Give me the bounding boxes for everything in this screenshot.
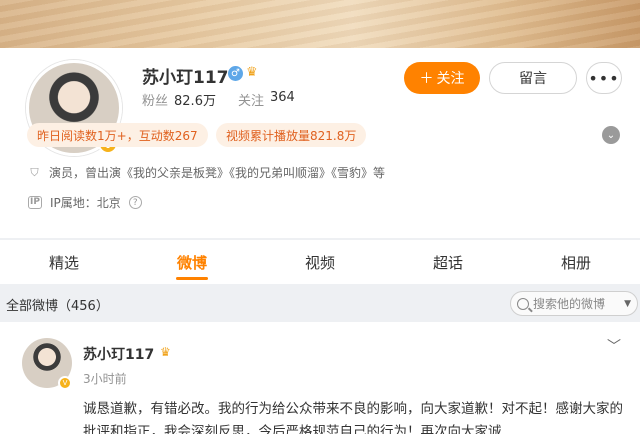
following-count[interactable]: 364 bbox=[270, 90, 295, 109]
male-icon: ♂ bbox=[228, 66, 243, 81]
all-posts-count[interactable]: 全部微博（456） bbox=[6, 295, 109, 314]
follow-button-label: 关注 bbox=[436, 71, 465, 87]
expand-icon[interactable]: ⌄ bbox=[602, 126, 620, 144]
tab-album[interactable]: 相册 bbox=[512, 240, 640, 284]
profile-name: 苏小玎117 bbox=[142, 68, 229, 88]
tab-weibo[interactable]: 微博 bbox=[128, 240, 256, 284]
bio-text: 演员，曾出演《我的父亲是板凳》《我的兄弟叫顺溜》《雪豹》等 bbox=[49, 166, 386, 180]
follow-button[interactable]: ＋ 关注 bbox=[404, 62, 480, 94]
post-filter-bar: 全部微博（456） 搜索他的微博 ▼ bbox=[0, 286, 640, 320]
dropdown-caret-icon[interactable]: ▼ bbox=[624, 299, 631, 309]
followers-label[interactable]: 粉丝 bbox=[142, 90, 168, 109]
bio-row: ⛉ 演员，曾出演《我的父亲是板凳》《我的兄弟叫顺溜》《雪豹》等 bbox=[28, 164, 385, 181]
post-search-input[interactable]: 搜索他的微博 ▼ bbox=[510, 291, 638, 316]
tab-video[interactable]: 视频 bbox=[256, 240, 384, 284]
tab-featured[interactable]: 精选 bbox=[0, 240, 128, 284]
plus-icon: ＋ bbox=[419, 71, 434, 87]
search-icon bbox=[517, 297, 529, 310]
ip-row: IP IP属地：北京 ? bbox=[28, 194, 142, 211]
ip-icon: IP bbox=[28, 196, 42, 209]
more-button[interactable]: ••• bbox=[586, 62, 622, 94]
followers-count[interactable]: 82.6万 bbox=[174, 90, 216, 109]
video-plays-pill[interactable]: 视频累计播放量821.8万 bbox=[216, 123, 367, 147]
chevron-down-icon[interactable]: ﹀ bbox=[607, 336, 621, 356]
profile-tabs: 精选 微博 视频 超话 相册 bbox=[0, 240, 640, 284]
profile-card: V 苏小玎117 ♂ ♛ 粉丝 82.6万 关注 364 ＋ 关注 留言 •••… bbox=[0, 48, 640, 238]
crown-icon: ♛ bbox=[246, 65, 258, 80]
profile-stats: 粉丝 82.6万 关注 364 bbox=[142, 90, 295, 109]
crown-icon: ♛ bbox=[160, 345, 171, 359]
help-icon[interactable]: ? bbox=[128, 196, 142, 209]
search-placeholder: 搜索他的微博 bbox=[533, 297, 606, 311]
post-card: V 苏小玎117 ♛ 3小时前 ﹀ 诚恳道歉，有错必改。我的行为给公众带来不良的… bbox=[0, 322, 640, 434]
ip-location: IP属地：北京 bbox=[49, 196, 121, 210]
post-time[interactable]: 3小时前 bbox=[83, 370, 127, 387]
post-author[interactable]: 苏小玎117 bbox=[83, 344, 154, 364]
verified-badge-icon: V bbox=[58, 376, 72, 390]
profile-banner bbox=[0, 0, 640, 48]
tab-super-topic[interactable]: 超话 bbox=[384, 240, 512, 284]
post-text: 诚恳道歉，有错必改。我的行为给公众带来不良的影响，向大家道歉！对不起！感谢大家的… bbox=[83, 401, 623, 434]
reads-highlight-pill[interactable]: 昨日阅读数1万+，互动数267 bbox=[27, 123, 208, 147]
badge-icon: ⛉ bbox=[30, 165, 39, 179]
message-button[interactable]: 留言 bbox=[489, 62, 577, 94]
following-label[interactable]: 关注 bbox=[238, 90, 264, 109]
